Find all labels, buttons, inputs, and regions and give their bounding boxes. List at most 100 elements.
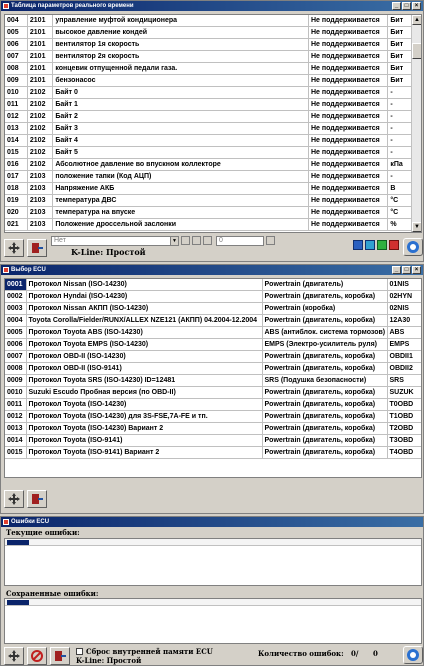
table-row[interactable]: 008 2101 концевик отпущенной педали газа. Н… <box>5 62 421 76</box>
table-row[interactable]: 011 2102 Байт 1 Не поддерживается - <box>5 98 421 112</box>
table-row[interactable]: 017 2103 положение тапки (Код АЦП) Не подде… <box>5 170 421 184</box>
move-icon[interactable] <box>4 239 24 257</box>
table-row[interactable]: 004 2101 управление муфтой кондиционера Не … <box>5 15 421 28</box>
ecu-titlebar[interactable]: Выбор ECU _ □ × <box>1 265 423 275</box>
table-cell: температура на впуске <box>52 206 309 220</box>
table-cell: ABS <box>387 326 421 340</box>
table-row[interactable]: 019 2103 температура ДВС Не поддерживается °… <box>5 194 421 208</box>
maximize-button[interactable]: □ <box>402 2 411 10</box>
table-cell: 0015 <box>5 446 27 460</box>
table-row[interactable]: 010 2102 Байт 0 Не поддерживается - <box>5 86 421 100</box>
table-row[interactable]: 0011 Протокол Toyota (ISO-14230) Powertrai… <box>5 398 421 412</box>
table-row[interactable]: 0002 Протокол Hyndai (ISO-14230) Powertrai… <box>5 290 421 304</box>
table-row[interactable]: 0003 Протокол Nissan АКПП (ISO-14230) Powe… <box>5 302 421 316</box>
table-row[interactable]: 0004 Toyota Corolla/Fielder/RUNX/ALLEX NZ… <box>5 314 421 328</box>
table-row[interactable]: 0012 Протокол Toyota (ISO-14230) для 3S-F… <box>5 410 421 424</box>
table-cell: Протокол Toyota (ISO-14230) <box>26 398 263 412</box>
minimize-button[interactable]: _ <box>392 2 401 10</box>
ok-icon[interactable] <box>377 240 387 250</box>
scroll-thumb[interactable] <box>412 43 421 59</box>
value-field[interactable]: 0 <box>216 235 264 246</box>
option-box-3[interactable] <box>203 236 212 245</box>
table-cell: бензонасос <box>52 74 309 88</box>
table-cell: 12A30 <box>387 314 421 328</box>
table-row[interactable]: 0013 Протокол Toyota (ISO-14230) Вариант … <box>5 422 421 436</box>
table-row[interactable]: 0014 Протокол Toyota (ISO-9141) Powertrain… <box>5 434 421 448</box>
table-row[interactable]: 016 2102 Абсолютное давление во впускном к… <box>5 158 421 172</box>
table-cell: Не поддерживается <box>308 26 389 40</box>
table-row[interactable]: 0015 Протокол Toyota (ISO-9141) Вариант 2… <box>5 446 421 460</box>
help-icon[interactable] <box>403 646 423 664</box>
table-row[interactable]: 007 2101 вентилятор 2я скорость Не поддержи… <box>5 50 421 64</box>
table-cell: Положение дроссельной заслонки <box>52 218 309 232</box>
move-icon[interactable] <box>4 490 24 508</box>
table-row[interactable]: 021 2103 Положение дроссельной заслонки Не … <box>5 218 421 232</box>
table-row[interactable]: 018 2103 Напряжение АКБ Не поддерживается В <box>5 182 421 196</box>
minimize-button[interactable]: _ <box>392 266 401 274</box>
move-icon[interactable] <box>4 647 24 665</box>
save-icon[interactable] <box>365 240 375 250</box>
table-row[interactable]: 0001 Протокол Nissan (ISO-14230) Powertrai… <box>5 279 421 292</box>
table-cell: 2102 <box>27 86 54 100</box>
selected-cell[interactable] <box>7 540 29 545</box>
saved-errors-list[interactable] <box>4 598 422 644</box>
option-box-1[interactable] <box>181 236 190 245</box>
table-cell: высокое давление кондей <box>52 26 309 40</box>
table-row[interactable]: 013 2102 Байт 3 Не поддерживается - <box>5 122 421 136</box>
option-box-4[interactable] <box>266 236 275 245</box>
maximize-button[interactable]: □ <box>402 266 411 274</box>
scroll-up-button[interactable]: ▲ <box>412 15 421 25</box>
app-icon <box>3 519 9 525</box>
table-cell: 0014 <box>5 434 27 448</box>
table-row[interactable]: 0005 Протокол Toyota ABS (ISO-14230) ABS (… <box>5 326 421 340</box>
error-count-saved: 0 <box>373 649 378 658</box>
table-row[interactable]: 015 2102 Байт 5 Не поддерживается - <box>5 146 421 160</box>
table-cell: 0006 <box>5 338 27 352</box>
table-row[interactable]: 006 2101 вентилятор 1я скорость Не поддержи… <box>5 38 421 52</box>
table-cell: Powertrain (двигатель, коробка) <box>262 386 388 400</box>
realtime-titlebar[interactable]: Таблица параметров реального времени _ □… <box>1 1 423 11</box>
table-cell: положение тапки (Код АЦП) <box>52 170 309 184</box>
table-row[interactable]: 0007 Протокол OBD-II (ISO-14230) Powertrai… <box>5 350 421 364</box>
table-row[interactable]: 0010 Suzuki Escudo Пробная версия (по OBD… <box>5 386 421 400</box>
table-row[interactable]: 014 2102 Байт 4 Не поддерживается - <box>5 134 421 148</box>
table-row[interactable]: 020 2103 температура на впуске Не поддержив… <box>5 206 421 220</box>
table-cell: Протокол Toyota (ISO-14230) для 3S-FSE,7… <box>26 410 263 424</box>
table-cell: Протокол Toyota (ISO-9141) Вариант 2 <box>26 446 263 460</box>
ecu-window: Выбор ECU _ □ × 0001 Протокол Nissan (ISO… <box>0 264 424 514</box>
table-cell: 018 <box>5 182 28 196</box>
table-cell: 0009 <box>5 374 27 388</box>
scroll-down-button[interactable]: ▼ <box>412 222 421 232</box>
table-row[interactable]: 0008 Протокол OBD-II (ISO-9141) Powertrain… <box>5 362 421 376</box>
table-cell: 008 <box>5 62 28 76</box>
table-row[interactable]: 0009 Протокол Toyota SRS (ISO-14230) ID=1… <box>5 374 421 388</box>
chevron-down-icon[interactable]: ▼ <box>170 236 178 245</box>
table-cell: ABS (антиблок. система тормозов) <box>262 326 388 340</box>
close-button[interactable]: × <box>412 2 421 10</box>
table-row[interactable]: 0006 Протокол Toyota EMPS (ISO-14230) EMPS… <box>5 338 421 352</box>
table-row[interactable]: 009 2101 бензонасос Не поддерживается Бит <box>5 74 421 88</box>
exit-icon[interactable] <box>27 490 47 508</box>
current-errors-list[interactable] <box>4 538 422 586</box>
help-icon[interactable] <box>403 238 423 256</box>
close-button[interactable]: × <box>412 266 421 274</box>
stop-icon[interactable] <box>389 240 399 250</box>
table-row[interactable]: 012 2102 Байт 2 Не поддерживается - <box>5 110 421 124</box>
exit-icon[interactable] <box>27 239 47 257</box>
table-cell: температура ДВС <box>52 194 309 208</box>
exit-icon[interactable] <box>50 647 70 665</box>
reset-memory-checkbox[interactable] <box>76 648 83 655</box>
table-cell: Не поддерживается <box>308 170 389 184</box>
table-cell: Байт 3 <box>52 122 309 136</box>
parameter-combo[interactable]: Нет ▼ <box>51 235 179 246</box>
clear-errors-icon[interactable] <box>27 647 47 665</box>
realtime-scrollbar[interactable]: ▲ ▼ <box>411 15 421 232</box>
table-row[interactable]: 005 2101 высокое давление кондей Не поддерж… <box>5 26 421 40</box>
selected-cell[interactable] <box>7 600 29 605</box>
option-box-2[interactable] <box>192 236 201 245</box>
table-cell: Протокол Nissan (ISO-14230) <box>26 279 263 292</box>
chart-icon[interactable] <box>353 240 363 250</box>
realtime-title: Таблица параметров реального времени <box>11 3 134 9</box>
errors-titlebar[interactable]: Ошибки ECU <box>1 517 423 527</box>
ecu-table: 0001 Протокол Nissan (ISO-14230) Powertrai… <box>4 278 422 478</box>
